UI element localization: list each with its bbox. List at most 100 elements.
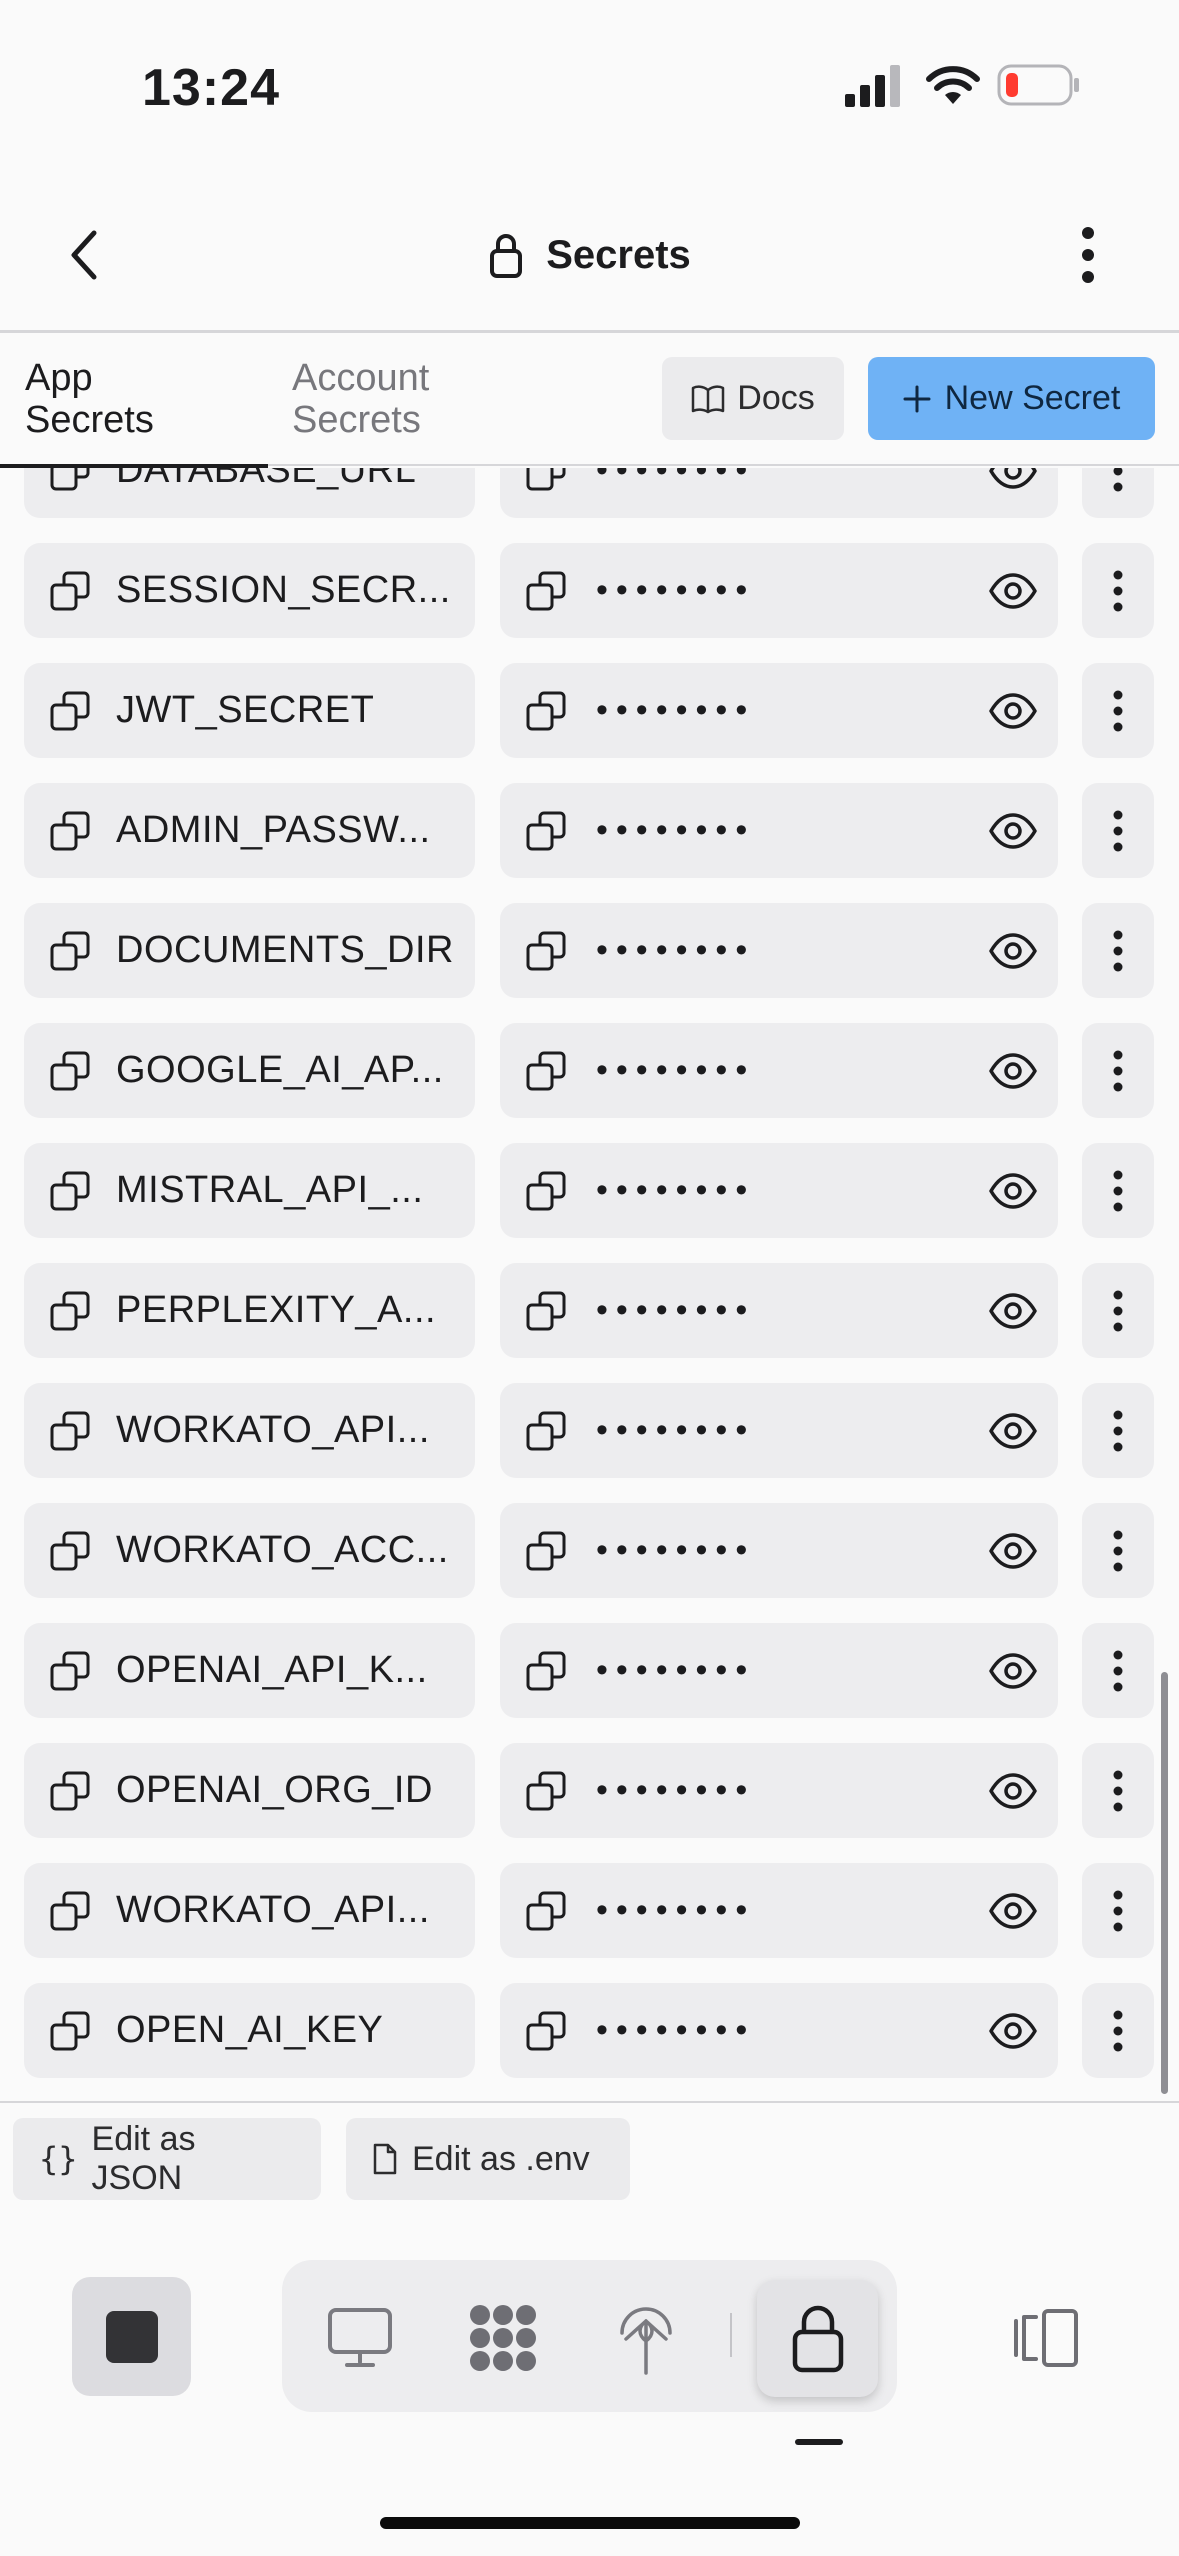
copy-icon[interactable] [48,1529,92,1573]
secret-value-field[interactable]: •••••••• [500,1623,1058,1718]
secret-key-field[interactable]: GOOGLE_AI_AP... [24,1023,475,1118]
secret-value-field[interactable]: •••••••• [500,1863,1058,1958]
copy-icon[interactable] [524,1649,568,1693]
secrets-list[interactable]: DATABASE_URL •••••••• SESSION_SECR... ••… [0,468,1179,2101]
secret-value-field[interactable]: •••••••• [500,1023,1058,1118]
secret-key-field[interactable]: WORKATO_API... [24,1383,475,1478]
row-more-button[interactable] [1082,543,1154,638]
eye-icon[interactable] [988,1406,1038,1456]
secret-key-field[interactable]: WORKATO_ACC... [24,1503,475,1598]
copy-icon[interactable] [524,1289,568,1333]
secret-value-field[interactable]: •••••••• [500,1383,1058,1478]
row-more-button[interactable] [1082,1743,1154,1838]
copy-icon[interactable] [48,2009,92,2053]
row-more-button[interactable] [1082,1263,1154,1358]
row-more-button[interactable] [1082,663,1154,758]
secret-value-field[interactable]: •••••••• [500,1143,1058,1238]
secret-key-field[interactable]: DOCUMENTS_DIR [24,903,475,998]
eye-icon[interactable] [988,1286,1038,1336]
copy-icon[interactable] [48,1049,92,1093]
deploy-tab[interactable] [606,2298,686,2378]
row-more-button[interactable] [1082,1983,1154,2078]
new-secret-button[interactable]: New Secret [868,357,1155,440]
eye-icon[interactable] [988,2006,1038,2056]
copy-icon[interactable] [48,569,92,613]
copy-icon[interactable] [48,1649,92,1693]
copy-icon[interactable] [524,468,568,493]
docs-button[interactable]: Docs [662,357,844,440]
secret-value-field[interactable]: •••••••• [500,783,1058,878]
stop-button[interactable] [72,2277,191,2396]
secret-key-field[interactable]: WORKATO_API... [24,1863,475,1958]
tab-app-secrets[interactable]: App Secrets [25,357,154,441]
copy-icon[interactable] [524,929,568,973]
row-more-button[interactable] [1082,783,1154,878]
braces-icon: {} [39,2140,78,2178]
secret-key-field[interactable]: ADMIN_PASSW... [24,783,475,878]
copy-icon[interactable] [524,1529,568,1573]
secret-key-field[interactable]: JWT_SECRET [24,663,475,758]
header-more-button[interactable] [1068,222,1108,288]
secrets-tab[interactable] [757,2280,878,2397]
edit-as-env-button[interactable]: Edit as .env [346,2118,630,2200]
copy-icon[interactable] [524,689,568,733]
secret-key-field[interactable]: SESSION_SECR... [24,543,475,638]
secret-value-field[interactable]: •••••••• [500,1743,1058,1838]
workflows-tab[interactable] [463,2298,543,2378]
row-more-button[interactable] [1082,1863,1154,1958]
secret-value-field[interactable]: •••••••• [500,1503,1058,1598]
secret-key-field[interactable]: PERPLEXITY_A... [24,1263,475,1358]
eye-icon[interactable] [988,806,1038,856]
tab-account-secrets[interactable]: Account Secrets [292,357,429,441]
secret-value-field[interactable]: •••••••• [500,543,1058,638]
copy-icon[interactable] [524,1769,568,1813]
eye-icon[interactable] [988,1766,1038,1816]
secret-key-field[interactable]: DATABASE_URL [24,468,475,518]
eye-icon[interactable] [988,1046,1038,1096]
copy-icon[interactable] [48,1289,92,1333]
row-more-button[interactable] [1082,1623,1154,1718]
eye-icon[interactable] [988,1886,1038,1936]
secret-value-field[interactable]: •••••••• [500,663,1058,758]
secret-key-field[interactable]: OPEN_AI_KEY [24,1983,475,2078]
copy-icon[interactable] [48,809,92,853]
copy-icon[interactable] [524,1889,568,1933]
eye-icon[interactable] [988,686,1038,736]
layout-toggle-button[interactable] [1006,2298,1086,2378]
row-more-button[interactable] [1082,1383,1154,1478]
secret-value-field[interactable]: •••••••• [500,903,1058,998]
preview-tab[interactable] [320,2298,400,2378]
eye-icon[interactable] [988,1646,1038,1696]
copy-icon[interactable] [524,569,568,613]
eye-icon[interactable] [988,1166,1038,1216]
copy-icon[interactable] [524,2009,568,2053]
copy-icon[interactable] [48,1409,92,1453]
row-more-button[interactable] [1082,1503,1154,1598]
edit-as-json-button[interactable]: {} Edit as JSON [13,2118,321,2200]
row-more-button[interactable] [1082,903,1154,998]
secret-key-field[interactable]: OPENAI_API_K... [24,1623,475,1718]
row-more-button[interactable] [1082,468,1154,518]
copy-icon[interactable] [48,468,92,493]
secret-key-field[interactable]: MISTRAL_API_... [24,1143,475,1238]
eye-icon[interactable] [988,1526,1038,1576]
secret-key-field[interactable]: OPENAI_ORG_ID [24,1743,475,1838]
copy-icon[interactable] [524,809,568,853]
secret-value-field[interactable]: •••••••• [500,468,1058,518]
copy-icon[interactable] [48,1889,92,1933]
eye-icon[interactable] [988,468,1038,496]
eye-icon[interactable] [988,926,1038,976]
copy-icon[interactable] [48,929,92,973]
secret-value-field[interactable]: •••••••• [500,1263,1058,1358]
row-more-button[interactable] [1082,1143,1154,1238]
scrollbar[interactable] [1161,1672,1168,2094]
copy-icon[interactable] [48,1169,92,1213]
secret-value-field[interactable]: •••••••• [500,1983,1058,2078]
copy-icon[interactable] [48,689,92,733]
row-more-button[interactable] [1082,1023,1154,1118]
copy-icon[interactable] [48,1769,92,1813]
copy-icon[interactable] [524,1409,568,1453]
eye-icon[interactable] [988,566,1038,616]
copy-icon[interactable] [524,1169,568,1213]
copy-icon[interactable] [524,1049,568,1093]
